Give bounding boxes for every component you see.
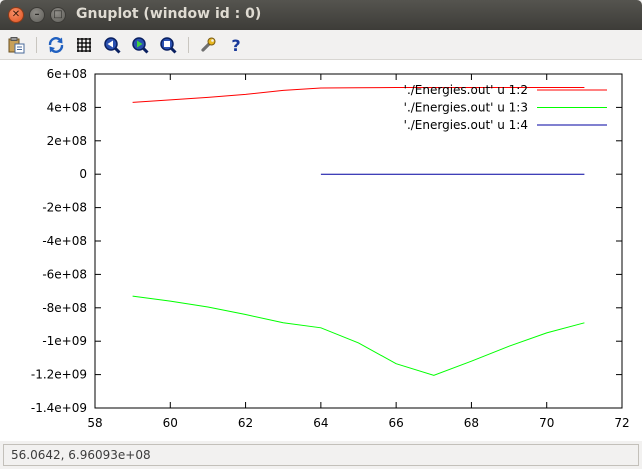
grid-icon <box>77 38 91 52</box>
y-tick-label: -2e+08 <box>42 201 87 215</box>
window-title: Gnuplot (window id : 0) <box>76 6 262 22</box>
x-tick-label: 70 <box>539 416 554 430</box>
y-tick-label: -8e+08 <box>42 301 87 315</box>
close-icon: ✕ <box>11 9 21 20</box>
close-window-button[interactable]: ✕ <box>8 7 24 23</box>
x-tick-label: 58 <box>87 416 102 430</box>
next-zoom-button[interactable] <box>130 35 150 55</box>
y-tick-label: -1.2e+09 <box>31 368 87 382</box>
line-chart[interactable]: 6e+08 4e+08 2e+08 0 -2e+08 -4e+08 -6e+08 -8e+08… <box>0 60 642 441</box>
y-tick-label: -1.4e+09 <box>31 401 87 415</box>
previous-zoom-button[interactable] <box>102 35 122 55</box>
x-tick-label: 64 <box>313 416 328 430</box>
replot-button[interactable] <box>46 35 66 55</box>
window-titlebar[interactable]: ✕ – □ Gnuplot (window id : 0) <box>0 0 642 30</box>
legend-label: './Energies.out' u 1:2 <box>404 83 528 97</box>
y-tick-label: -6e+08 <box>42 267 87 281</box>
toolbar-separator <box>188 37 189 53</box>
toolbar: ? <box>0 30 642 60</box>
y-tick-label: 0 <box>79 167 87 181</box>
minimize-window-button[interactable]: – <box>29 7 45 23</box>
svg-text:?: ? <box>231 36 240 54</box>
maximize-icon: □ <box>53 9 63 20</box>
legend-label: './Energies.out' u 1:3 <box>404 101 528 115</box>
toolbar-separator <box>36 37 37 53</box>
options-button[interactable] <box>198 35 218 55</box>
plot-border <box>94 73 623 409</box>
help-button[interactable]: ? <box>226 35 246 55</box>
maximize-window-button[interactable]: □ <box>50 7 66 23</box>
toggle-grid-button[interactable] <box>74 35 94 55</box>
autoscale-button[interactable] <box>158 35 178 55</box>
wrench-icon <box>201 37 216 52</box>
x-tick-label: 68 <box>464 416 479 430</box>
x-tick-label: 66 <box>389 416 404 430</box>
autoscale-icon <box>160 37 177 54</box>
x-tick-label: 62 <box>238 416 253 430</box>
clipboard-icon <box>8 37 25 54</box>
zoom-previous-icon <box>104 37 121 54</box>
copy-to-clipboard-button[interactable] <box>6 35 26 55</box>
cursor-coordinates: 56.0642, 6.96093e+08 <box>11 448 151 462</box>
y-tick-label: 4e+08 <box>47 100 87 114</box>
y-tick-label: 2e+08 <box>47 134 87 148</box>
y-tick-label: 6e+08 <box>47 67 87 81</box>
refresh-icon <box>48 37 64 53</box>
zoom-next-icon <box>132 37 149 54</box>
status-box: 56.0642, 6.96093e+08 <box>3 444 639 466</box>
x-tick-label: 72 <box>614 416 629 430</box>
minimize-icon: – <box>34 9 40 20</box>
series-line-2 <box>132 295 585 376</box>
x-tick-label: 60 <box>163 416 178 430</box>
help-icon: ? <box>231 36 240 54</box>
status-bar: 56.0642, 6.96093e+08 <box>0 441 642 469</box>
y-tick-label: -4e+08 <box>42 234 87 248</box>
plot-canvas[interactable]: 6e+08 4e+08 2e+08 0 -2e+08 -4e+08 -6e+08 -8e+08… <box>0 60 642 441</box>
y-tick-label: -1e+09 <box>42 334 87 348</box>
legend-label: './Energies.out' u 1:4 <box>404 118 528 132</box>
